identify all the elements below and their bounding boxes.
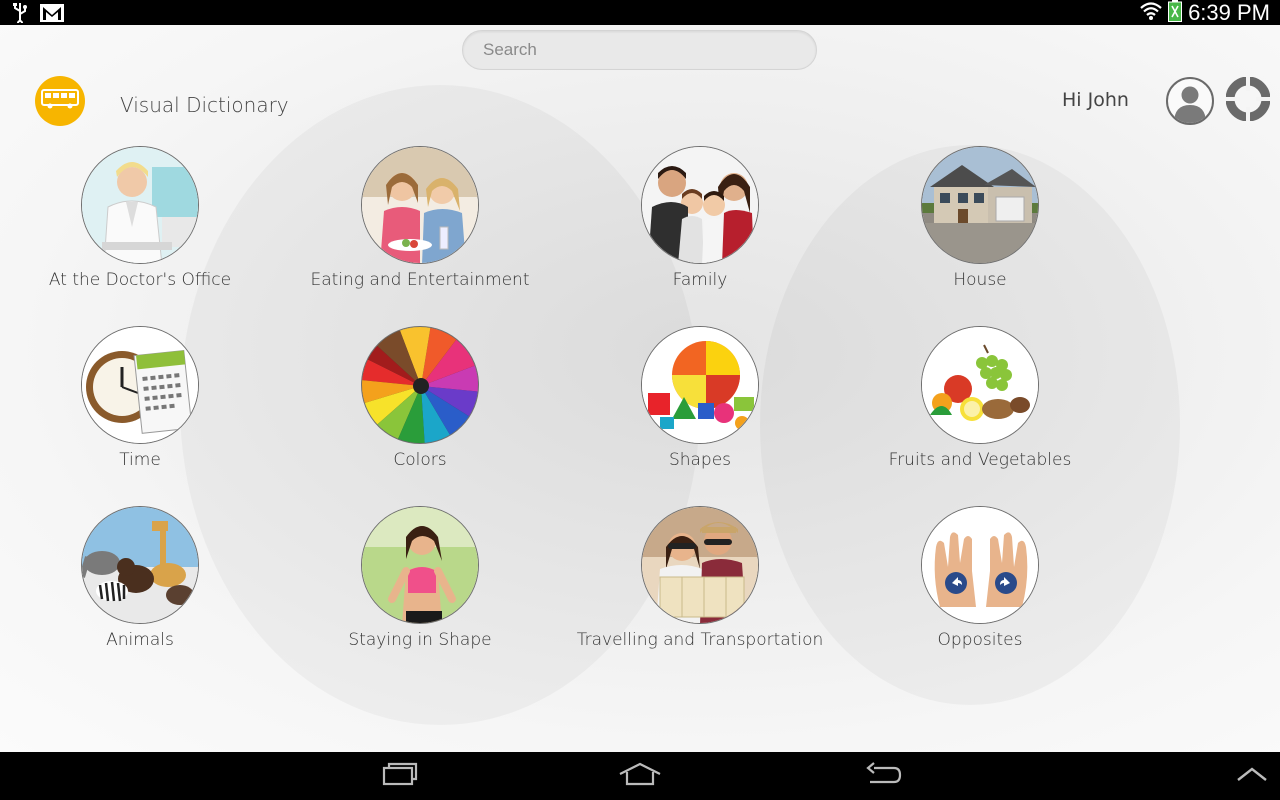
category-label: Fruits and Vegetables <box>888 450 1072 470</box>
category-label: Staying in Shape <box>348 630 492 650</box>
greeting: Hi John <box>1062 89 1129 111</box>
expand-button[interactable] <box>1230 762 1274 790</box>
search-input[interactable] <box>462 30 817 70</box>
category-family[interactable]: Family <box>560 146 840 326</box>
back-icon <box>862 762 902 790</box>
category-image <box>921 506 1039 624</box>
status-left <box>12 3 64 27</box>
category-label: Family <box>672 270 728 290</box>
category-image <box>81 146 199 264</box>
category-image <box>921 326 1039 444</box>
category-time[interactable]: Time <box>0 326 280 506</box>
app-logo[interactable] <box>35 76 85 126</box>
category-doctors-office[interactable]: At the Doctor's Office <box>0 146 280 326</box>
category-shapes[interactable]: Shapes <box>560 326 840 506</box>
home-button[interactable] <box>618 762 662 790</box>
category-eating-entertainment[interactable]: Eating and Entertainment <box>280 146 560 326</box>
bus-icon <box>40 87 80 115</box>
wifi-icon <box>1140 1 1162 25</box>
category-travelling-transportation[interactable]: Travelling and Transportation <box>560 506 840 686</box>
gmail-icon <box>40 4 64 26</box>
navigation-bar <box>0 752 1280 800</box>
category-label: Eating and Entertainment <box>310 270 530 290</box>
category-house[interactable]: House <box>840 146 1120 326</box>
usb-icon <box>12 3 28 27</box>
category-staying-in-shape[interactable]: Staying in Shape <box>280 506 560 686</box>
app-title: Visual Dictionary <box>120 93 289 117</box>
category-label: Travelling and Transportation <box>576 630 824 650</box>
category-opposites[interactable]: Opposites <box>840 506 1120 686</box>
user-icon <box>1168 86 1212 123</box>
category-label: Colors <box>393 450 447 470</box>
battery-icon <box>1168 0 1183 26</box>
recent-apps-icon <box>380 762 420 790</box>
category-image <box>81 326 199 444</box>
status-right: 6:39 PM <box>1140 0 1270 25</box>
category-image <box>641 506 759 624</box>
chevron-up-icon <box>1236 765 1268 787</box>
category-image <box>921 146 1039 264</box>
back-button[interactable] <box>860 762 904 790</box>
app-content: Visual Dictionary Hi John At the Doctor'… <box>0 25 1280 752</box>
category-label: Time <box>119 450 161 470</box>
home-icon <box>618 762 662 790</box>
category-image <box>641 146 759 264</box>
category-fruits-vegetables[interactable]: Fruits and Vegetables <box>840 326 1120 506</box>
help-button[interactable] <box>1225 76 1271 122</box>
status-bar: 6:39 PM <box>0 0 1280 27</box>
category-label: Animals <box>106 630 174 650</box>
category-image <box>81 506 199 624</box>
category-label: House <box>953 270 1007 290</box>
lifebuoy-icon <box>1225 76 1271 125</box>
category-colors[interactable]: Colors <box>280 326 560 506</box>
profile-button[interactable] <box>1166 77 1214 125</box>
category-animals[interactable]: Animals <box>0 506 280 686</box>
category-image <box>361 506 479 624</box>
category-image <box>641 326 759 444</box>
category-label: Opposites <box>937 630 1023 650</box>
category-label: Shapes <box>668 450 732 470</box>
category-image <box>361 326 479 444</box>
recent-apps-button[interactable] <box>378 762 422 790</box>
category-label: At the Doctor's Office <box>48 270 232 290</box>
category-image <box>361 146 479 264</box>
status-time: 6:39 PM <box>1188 0 1270 25</box>
